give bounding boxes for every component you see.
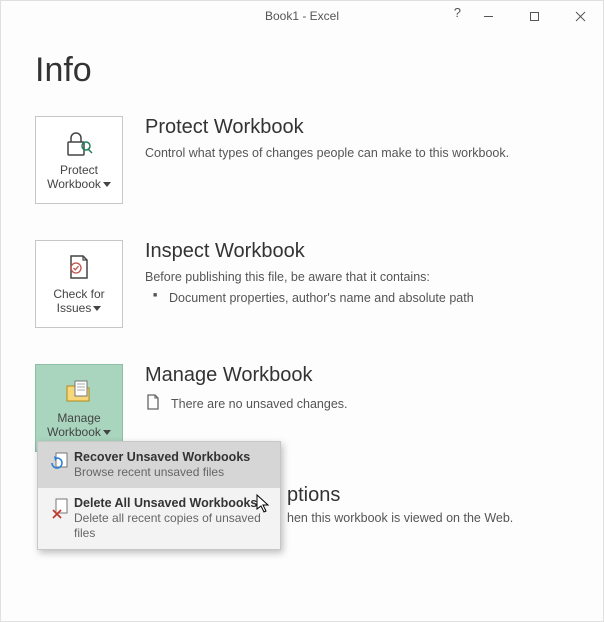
- window-controls: [465, 1, 603, 31]
- check-for-issues-button[interactable]: Check for Issues: [35, 240, 123, 328]
- chevron-down-icon: [93, 301, 101, 315]
- inspect-heading: Inspect Workbook: [145, 240, 573, 263]
- recover-unsaved-menuitem[interactable]: Recover Unsaved Workbooks Browse recent …: [38, 442, 280, 488]
- lock-key-icon: [64, 127, 94, 161]
- manage-workbook-menu: Recover Unsaved Workbooks Browse recent …: [37, 441, 281, 550]
- protect-heading: Protect Workbook: [145, 116, 573, 139]
- delete-icon: [48, 496, 74, 519]
- page-title: Info: [35, 51, 573, 90]
- maximize-button[interactable]: [511, 1, 557, 31]
- inspect-body: Inspect Workbook Before publishing this …: [145, 240, 573, 305]
- menuitem-title: Recover Unsaved Workbooks: [74, 450, 270, 464]
- inspect-issue-item: Document properties, author's name and a…: [145, 291, 573, 305]
- menuitem-desc: Delete all recent copies of unsaved file…: [74, 511, 270, 541]
- tile-label: Check for Issues: [53, 287, 104, 316]
- document-small-icon: [145, 393, 161, 414]
- protect-section: Protect Workbook Protect Workbook Contro…: [35, 116, 573, 204]
- protect-body: Protect Workbook Control what types of c…: [145, 116, 573, 163]
- protect-workbook-button[interactable]: Protect Workbook: [35, 116, 123, 204]
- browser-heading-fragment: ptions: [287, 484, 587, 507]
- folder-document-icon: [64, 375, 94, 409]
- recover-icon: [48, 450, 74, 473]
- browser-desc-fragment: hen this workbook is viewed on the Web.: [287, 511, 587, 525]
- info-page: Info Protect Workbook Protect: [1, 31, 603, 452]
- tile-label: Protect Workbook: [47, 163, 111, 192]
- protect-desc: Control what types of changes people can…: [145, 145, 573, 163]
- menuitem-desc: Browse recent unsaved files: [74, 465, 270, 480]
- help-icon[interactable]: ?: [454, 5, 461, 20]
- inspect-section: Check for Issues Inspect Workbook Before…: [35, 240, 573, 328]
- delete-unsaved-menuitem[interactable]: Delete All Unsaved Workbooks Delete all …: [38, 488, 280, 549]
- manage-status-text: There are no unsaved changes.: [171, 397, 348, 411]
- tile-label: Manage Workbook: [47, 411, 111, 440]
- title-bar: Book1 - Excel ?: [1, 1, 603, 31]
- menuitem-title: Delete All Unsaved Workbooks: [74, 496, 270, 510]
- manage-section: Manage Workbook Manage Workbook There ar…: [35, 364, 573, 452]
- cursor-icon: [256, 494, 272, 519]
- window-title: Book1 - Excel: [265, 9, 339, 23]
- backstage-window: Book1 - Excel ? Info: [0, 0, 604, 622]
- manage-body: Manage Workbook There are no unsaved cha…: [145, 364, 573, 414]
- inspect-issues-list: Document properties, author's name and a…: [145, 291, 573, 305]
- inspect-desc: Before publishing this file, be aware th…: [145, 269, 573, 287]
- manage-heading: Manage Workbook: [145, 364, 573, 387]
- document-check-icon: [65, 251, 93, 285]
- chevron-down-icon: [103, 177, 111, 191]
- chevron-down-icon: [103, 425, 111, 439]
- minimize-button[interactable]: [465, 1, 511, 31]
- close-button[interactable]: [557, 1, 603, 31]
- manage-status-row: There are no unsaved changes.: [145, 393, 573, 414]
- manage-workbook-button[interactable]: Manage Workbook: [35, 364, 123, 452]
- browser-view-section: ptions hen this workbook is viewed on th…: [287, 484, 587, 525]
